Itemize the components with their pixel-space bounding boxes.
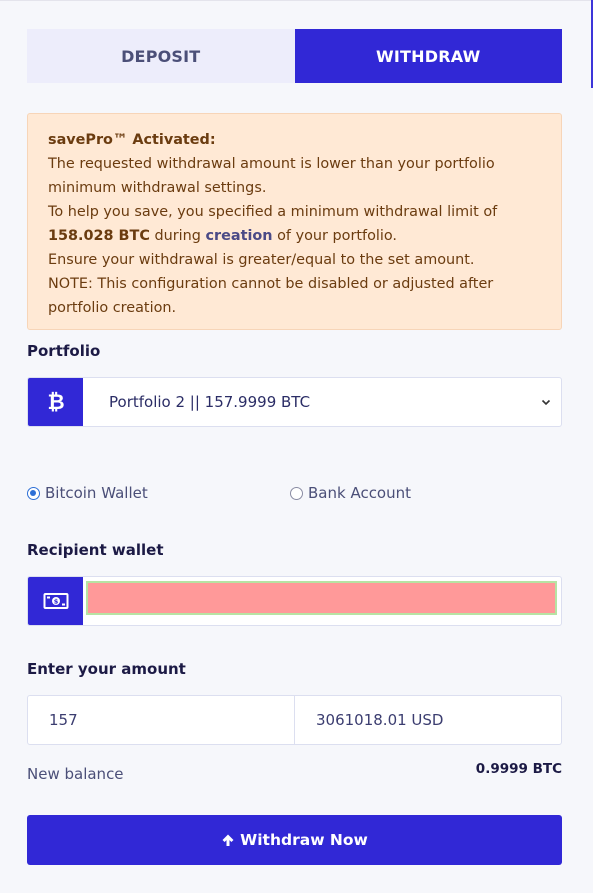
portfolio-select-group: ₿ Portfolio 2 || 157.9999 BTC (27, 377, 562, 427)
portfolio-label: Portfolio (27, 342, 101, 360)
withdraw-now-label: Withdraw Now (240, 831, 368, 849)
alert-creation-link[interactable]: creation (206, 228, 273, 244)
amount-input-group: 157 3061018.01 USD (27, 695, 562, 745)
alert-line-2-prefix: To help you save, you specified a minimu… (48, 204, 498, 220)
alert-line-1: The requested withdrawal amount is lower… (48, 156, 495, 196)
tab-deposit[interactable]: DEPOSIT (27, 29, 295, 83)
portfolio-select-value: Portfolio 2 || 157.9999 BTC (109, 393, 311, 411)
radio-bitcoin-wallet-label: Bitcoin Wallet (45, 484, 148, 502)
alert-line-3: Ensure your withdrawal is greater/equal … (48, 252, 475, 268)
money-bill-icon: $ (28, 577, 83, 625)
tab-bar: DEPOSIT WITHDRAW (27, 29, 562, 83)
bitcoin-icon: ₿ (28, 378, 83, 426)
btc-amount-input[interactable]: 157 (28, 696, 294, 744)
chevron-down-icon (541, 399, 551, 406)
alert-title: savePro™ Activated: (48, 132, 216, 148)
tab-withdraw[interactable]: WITHDRAW (294, 29, 562, 83)
new-balance-value: 0.9999 BTC (475, 761, 562, 777)
new-balance-label: New balance (27, 765, 124, 783)
savepro-alert: savePro™ Activated: The requested withdr… (27, 113, 562, 330)
alert-line-2: To help you save, you specified a minimu… (48, 200, 541, 248)
svg-text:₿: ₿ (47, 390, 64, 414)
radio-bitcoin-wallet[interactable]: Bitcoin Wallet (27, 484, 148, 502)
arrow-up-icon (222, 834, 234, 846)
recipient-wallet-input[interactable] (86, 581, 557, 615)
alert-line-4: NOTE: This configuration cannot be disab… (48, 276, 494, 316)
portfolio-select[interactable]: Portfolio 2 || 157.9999 BTC (83, 378, 561, 426)
radio-bank-account[interactable]: Bank Account (290, 484, 411, 502)
radio-unchecked-icon (290, 486, 303, 500)
alert-min-amount: 158.028 BTC (48, 228, 150, 244)
withdraw-now-button[interactable]: Withdraw Now (27, 815, 562, 865)
usd-amount-input[interactable]: 3061018.01 USD (294, 696, 561, 744)
amount-label: Enter your amount (27, 660, 186, 678)
top-divider (0, 0, 593, 1)
radio-checked-icon (27, 486, 40, 500)
svg-text:$: $ (53, 598, 58, 606)
alert-line-2-suffix: of your portfolio. (277, 228, 397, 244)
recipient-wallet-group: $ (27, 576, 562, 626)
radio-bank-account-label: Bank Account (308, 484, 412, 502)
recipient-wallet-label: Recipient wallet (27, 541, 164, 559)
alert-line-2-mid: during (154, 228, 201, 244)
withdraw-method-group: Bitcoin Wallet Bank Account (27, 484, 562, 504)
